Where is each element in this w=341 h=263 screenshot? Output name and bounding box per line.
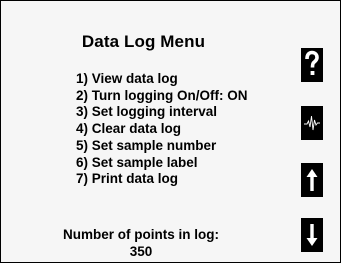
points-in-log-label: Number of points in log: xyxy=(63,227,219,242)
question-mark-icon xyxy=(305,50,319,75)
waveform-button[interactable] xyxy=(301,106,323,140)
menu-item-set-sample-label[interactable]: 6) Set sample label xyxy=(76,155,247,172)
menu-item-set-sample-number[interactable]: 5) Set sample number xyxy=(76,138,247,155)
scroll-up-button[interactable] xyxy=(301,163,323,197)
scroll-down-button[interactable] xyxy=(301,218,323,252)
menu-item-view-data-log[interactable]: 1) View data log xyxy=(76,71,247,88)
menu-item-turn-logging[interactable]: 2) Turn logging On/Off: ON xyxy=(76,88,247,105)
help-button[interactable] xyxy=(301,48,323,82)
waveform-icon xyxy=(304,115,320,131)
data-log-menu-screen: Data Log Menu 1) View data log 2) Turn l… xyxy=(0,0,341,263)
arrow-up-icon xyxy=(306,169,318,191)
arrow-down-icon xyxy=(306,224,318,246)
menu-item-clear-data-log[interactable]: 4) Clear data log xyxy=(76,121,247,138)
menu-item-set-logging-interval[interactable]: 3) Set logging interval xyxy=(76,104,247,121)
menu-list: 1) View data log 2) Turn logging On/Off:… xyxy=(76,71,247,188)
points-in-log-value: 350 xyxy=(129,244,153,259)
menu-item-print-data-log[interactable]: 7) Print data log xyxy=(76,171,247,188)
page-title: Data Log Menu xyxy=(81,32,206,51)
